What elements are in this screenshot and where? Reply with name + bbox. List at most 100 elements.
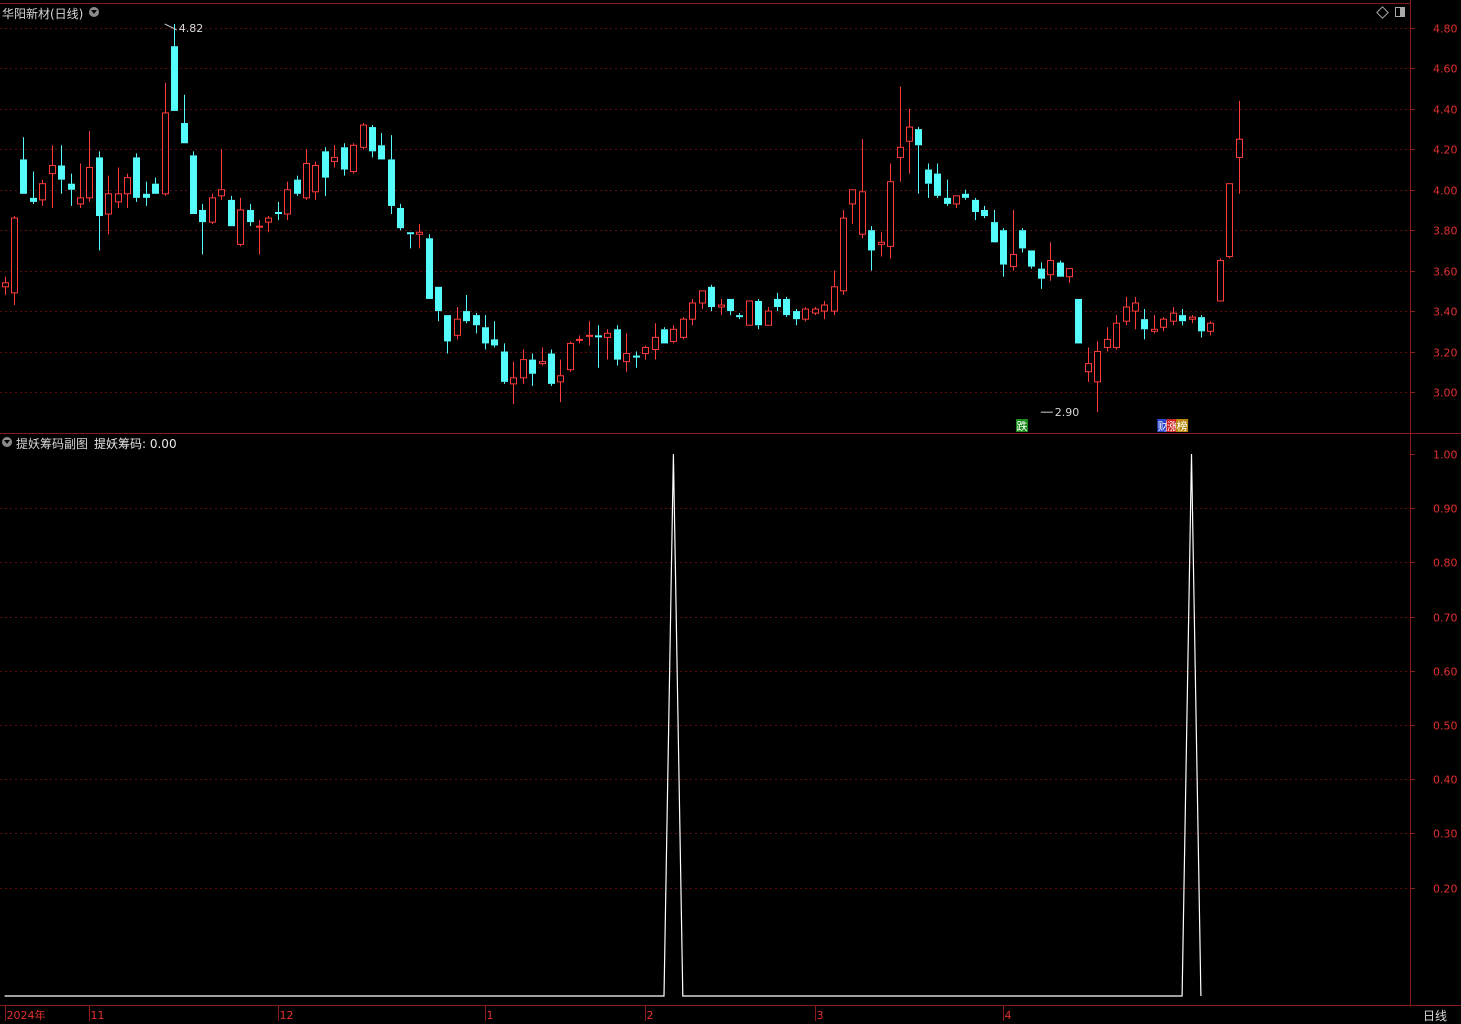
- candle-body: [831, 286, 838, 312]
- x-tick-label: 1: [487, 1009, 494, 1021]
- candle: [284, 181, 291, 221]
- candle: [275, 201, 282, 221]
- candle-body: [1094, 351, 1101, 383]
- candle: [1010, 209, 1017, 271]
- candle: [143, 181, 150, 206]
- candle-body: [680, 318, 687, 338]
- period-label[interactable]: 日线: [1423, 1007, 1447, 1024]
- candle-body: [360, 124, 367, 148]
- candle: [463, 294, 470, 324]
- candle: [426, 234, 433, 299]
- candle: [1000, 228, 1007, 277]
- candle-body: [256, 225, 263, 228]
- candle-body: [1179, 315, 1186, 322]
- candle-body: [247, 209, 254, 223]
- x-tick-label: 2: [647, 1009, 654, 1021]
- candle: [793, 309, 800, 326]
- signal-marker-label: 跌: [1016, 419, 1027, 433]
- x-tick-label: 2024年: [7, 1008, 46, 1021]
- candle-body: [576, 338, 583, 341]
- candle-body: [604, 332, 611, 338]
- main-pane-menu-icon[interactable]: [89, 7, 99, 17]
- y-tick-label: 4.00: [1433, 185, 1458, 198]
- candle: [190, 151, 197, 215]
- sub-pane-menu-icon[interactable]: [2, 437, 12, 447]
- candle-body: [849, 189, 856, 205]
- candle: [821, 300, 828, 320]
- candle: [539, 347, 546, 366]
- candle-body: [322, 151, 329, 178]
- candle: [915, 127, 922, 194]
- y-tick-label: 3.60: [1433, 266, 1458, 279]
- candle: [237, 197, 244, 247]
- candle: [86, 131, 93, 202]
- candle: [388, 135, 395, 215]
- candle-body: [312, 164, 319, 193]
- candle-body: [944, 197, 951, 204]
- candle: [444, 315, 451, 354]
- candle-body: [1189, 316, 1196, 320]
- candle: [1038, 262, 1045, 289]
- candle: [567, 341, 574, 372]
- candle: [849, 189, 856, 225]
- candle: [708, 284, 715, 312]
- candle: [133, 153, 140, 202]
- candle-body: [2, 282, 9, 288]
- candle: [520, 349, 527, 384]
- candle: [680, 317, 687, 340]
- candle-body: [868, 230, 875, 251]
- candle-body: [1113, 322, 1120, 348]
- candle: [1170, 307, 1177, 326]
- candle-body: [181, 123, 188, 144]
- candle-body: [435, 286, 442, 312]
- candle: [746, 300, 753, 326]
- candle-body: [802, 308, 809, 320]
- candle: [991, 209, 998, 243]
- candle-body: [473, 315, 480, 326]
- candle: [831, 270, 838, 316]
- candle-body: [859, 191, 866, 235]
- candle: [1123, 296, 1130, 326]
- candle: [953, 195, 960, 208]
- y-tick-label: 3.00: [1433, 387, 1458, 400]
- candle: [265, 216, 272, 233]
- candle-body: [228, 199, 235, 227]
- candle-body: [520, 359, 527, 379]
- candle: [934, 163, 941, 198]
- candle: [77, 163, 84, 208]
- candle: [623, 333, 630, 372]
- candle: [925, 163, 932, 198]
- candle-body: [1132, 302, 1139, 312]
- candle: [96, 151, 103, 251]
- candle-body: [86, 167, 93, 199]
- candle: [482, 315, 489, 350]
- candle-body: [218, 189, 225, 197]
- y-tick-label: 0.90: [1433, 503, 1458, 516]
- candle-body: [265, 217, 272, 223]
- candle: [1189, 315, 1196, 324]
- candle-body: [708, 286, 715, 308]
- candle: [199, 203, 206, 255]
- candle: [1057, 260, 1064, 277]
- candle: [897, 86, 904, 182]
- candle: [2, 276, 9, 295]
- candle: [350, 143, 357, 174]
- candle-body: [143, 193, 150, 198]
- candle: [689, 298, 696, 326]
- candle-body: [416, 231, 423, 235]
- candle: [58, 145, 65, 194]
- candle-body: [953, 195, 960, 205]
- candle-body: [463, 311, 470, 322]
- panel-toggle-icon[interactable]: [1395, 7, 1405, 17]
- candle: [1160, 317, 1167, 332]
- candle-body: [49, 164, 56, 175]
- candle: [341, 143, 348, 176]
- candle: [256, 220, 263, 255]
- candle-body: [105, 193, 112, 215]
- candle-body: [746, 300, 753, 326]
- candle-body: [303, 162, 310, 199]
- candle: [1141, 309, 1148, 340]
- y-tick-label: 4.20: [1433, 144, 1458, 157]
- chart-window: 4.80 4.60 4.40 4.20 4.00 3.80 3.60 3.40 3.20 3.00…: [0, 0, 1461, 1024]
- price-annotation: 4.82: [179, 22, 204, 35]
